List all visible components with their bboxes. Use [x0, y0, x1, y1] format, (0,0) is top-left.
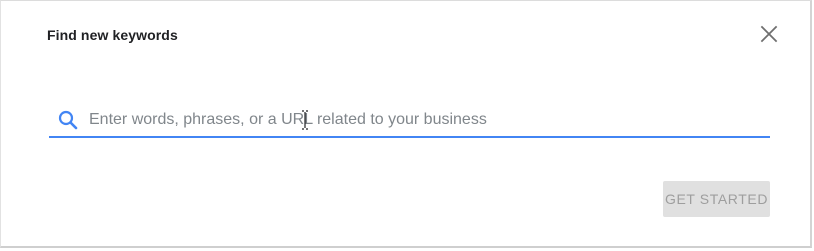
get-started-button[interactable]: GET STARTED — [663, 181, 770, 217]
find-keywords-dialog: Find new keywords GET STARTED — [0, 0, 812, 248]
close-button[interactable] — [758, 23, 780, 45]
close-icon — [760, 25, 778, 43]
search-input[interactable] — [89, 108, 759, 132]
search-field[interactable] — [49, 105, 770, 138]
search-icon — [58, 110, 78, 130]
text-cursor-icon — [302, 110, 308, 130]
dialog-title: Find new keywords — [47, 27, 178, 43]
